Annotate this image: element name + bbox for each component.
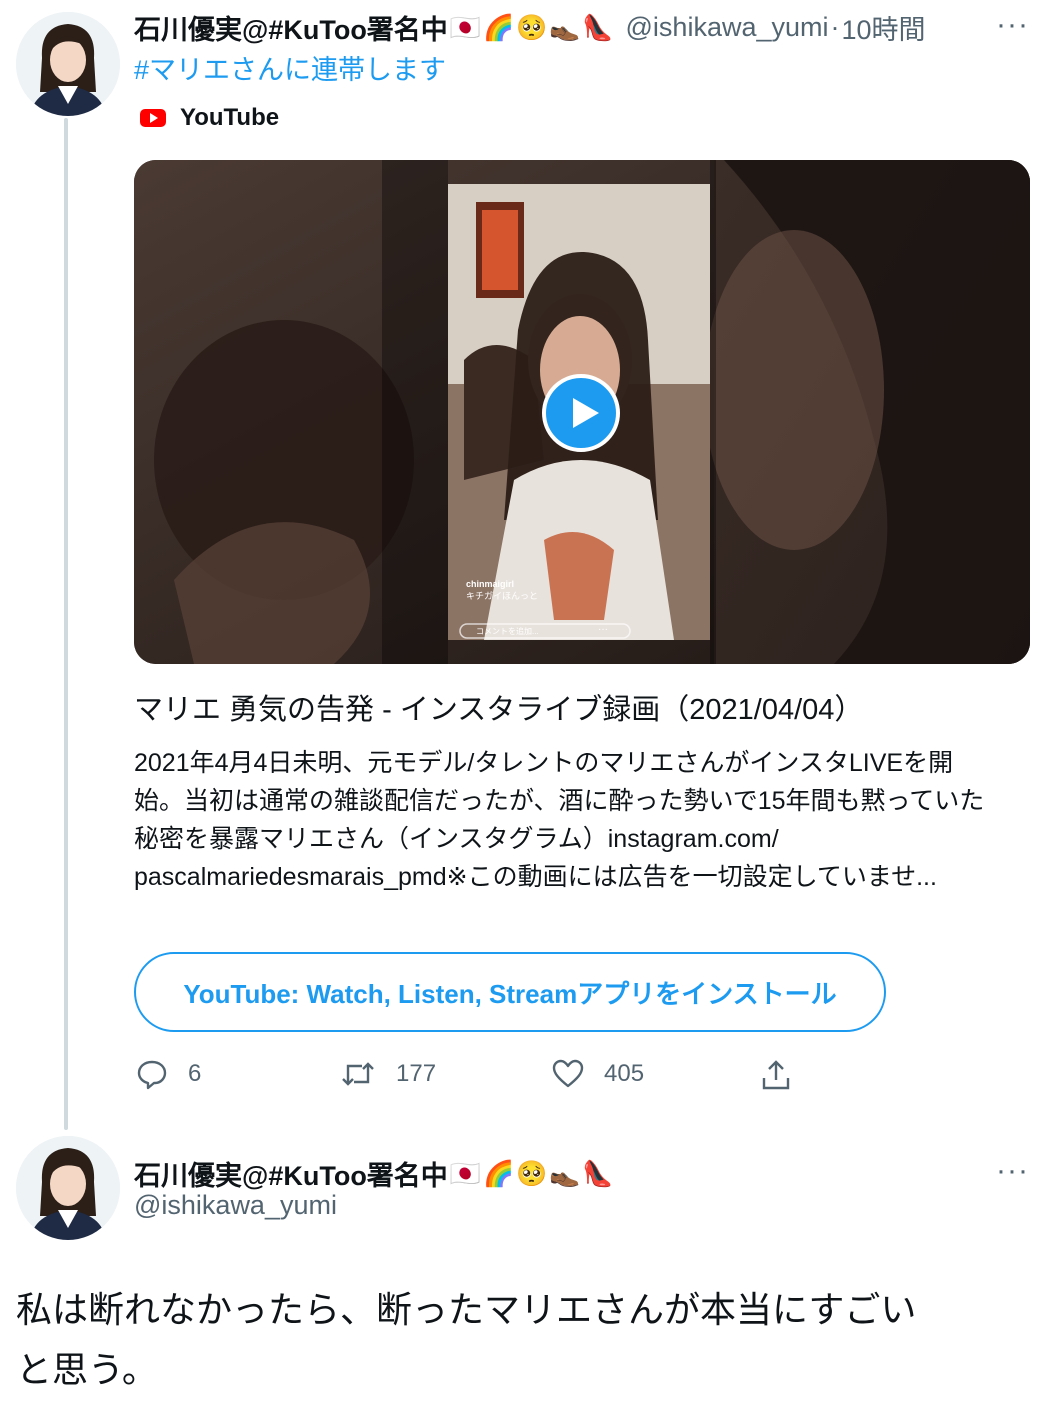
- install-app-button[interactable]: YouTube: Watch, Listen, Streamアプリをインストール: [134, 952, 886, 1032]
- handle[interactable]: @ishikawa_yumi: [626, 12, 829, 43]
- card-description-line: pascalmariedesmarais_pmd※この動画には広告を一切設定して…: [134, 863, 937, 891]
- video-thumbnail[interactable]: chinmaigirl キチガイほんっと コメントを追加... ···: [134, 160, 1030, 664]
- flag-japan-emoji: 🇯🇵: [449, 1158, 481, 1188]
- card-description-line: 始。当初は通常の雑談配信だったが、酒に酔った勢いで15年間も黙っていた: [134, 787, 985, 815]
- reply-count: 6: [188, 1060, 202, 1087]
- reply-icon: [137, 1060, 167, 1090]
- rainbow-emoji: 🌈: [482, 1158, 515, 1188]
- handle[interactable]: @ishikawa_yumi: [134, 1190, 337, 1221]
- play-button-icon[interactable]: [542, 374, 620, 452]
- avatar[interactable]: [16, 1136, 120, 1240]
- high-heel-emoji: 👠: [582, 12, 614, 42]
- shoe-emoji: 👞: [549, 1158, 581, 1188]
- media-source-label: YouTube: [180, 104, 280, 131]
- pleading-face-emoji: 🥺: [516, 1158, 548, 1188]
- media-source: YouTube: [140, 104, 279, 132]
- tweet-text: 私は断れなかったら、断ったマリエさんが本当にすごい と思う。: [16, 1280, 1036, 1400]
- comment-input-placeholder: コメントを追加...: [476, 627, 539, 636]
- tweet-text-line: と思う。: [16, 1349, 158, 1390]
- card-title[interactable]: マリエ 勇気の告発 - インスタライブ録画（2021/04/04）: [134, 686, 863, 728]
- retweet-icon: [342, 1062, 374, 1086]
- share-action[interactable]: [760, 1058, 792, 1092]
- shoe-emoji: 👞: [549, 12, 581, 42]
- separator: ·: [830, 12, 840, 42]
- high-heel-emoji: 👠: [582, 1158, 614, 1188]
- avatar[interactable]: [16, 12, 120, 116]
- card-description-line: 2021年4月4日未明、元モデル/タレントのマリエさんがインスタLIVEを開: [134, 749, 954, 777]
- display-name[interactable]: 石川優実@#KuToo署名中: [134, 8, 448, 47]
- timestamp[interactable]: 10時間: [842, 8, 926, 47]
- like-count: 405: [604, 1060, 645, 1087]
- share-icon: [762, 1060, 790, 1090]
- display-name[interactable]: 石川優実@#KuToo署名中: [134, 1154, 448, 1193]
- live-comment-user: chinmaigirl: [466, 579, 515, 589]
- like-action[interactable]: 405: [552, 1058, 644, 1090]
- tweet-text-line: 私は断れなかったら、断ったマリエさんが本当にすごい: [16, 1289, 917, 1330]
- reply-action[interactable]: 6: [136, 1058, 201, 1090]
- retweet-action[interactable]: 177: [340, 1058, 436, 1090]
- hashtag-link[interactable]: #マリエさんに連帯します: [134, 48, 446, 87]
- heart-icon: [552, 1059, 584, 1088]
- card-description-line: 秘密を暴露マリエさん（インスタグラム）instagram.com/: [134, 825, 779, 853]
- more-options-icon[interactable]: ···: [996, 8, 1029, 42]
- pleading-face-emoji: 🥺: [516, 12, 548, 42]
- card-description[interactable]: 2021年4月4日未明、元モデル/タレントのマリエさんがインスタLIVEを開 始…: [134, 744, 1034, 896]
- retweet-count: 177: [396, 1060, 437, 1087]
- rainbow-emoji: 🌈: [482, 12, 515, 42]
- comment-dots: ···: [598, 624, 608, 635]
- flag-japan-emoji: 🇯🇵: [449, 12, 481, 42]
- tweet-header: 石川優実@#KuToo署名中 🇯🇵 🌈 🥺 👞 👠 @ishikawa_yumi…: [134, 8, 926, 47]
- thread-line: [64, 118, 68, 1130]
- tweet-header: 石川優実@#KuToo署名中 🇯🇵 🌈 🥺 👞 👠: [134, 1154, 614, 1193]
- live-comment-text: キチガイほんっと: [466, 591, 539, 601]
- youtube-icon: [140, 109, 166, 127]
- more-options-icon[interactable]: ···: [996, 1154, 1029, 1188]
